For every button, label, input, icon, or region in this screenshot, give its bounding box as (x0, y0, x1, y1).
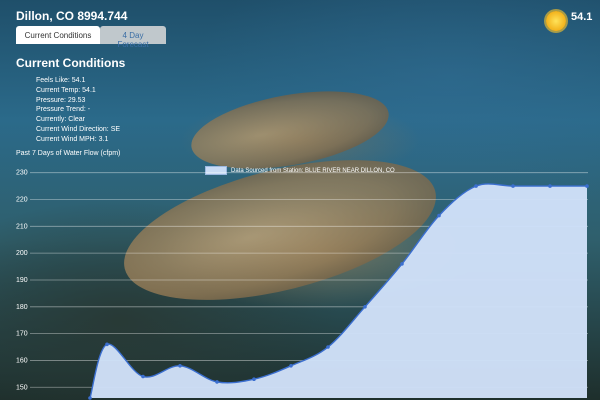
y-tick-label: 230 (16, 170, 28, 177)
data-point[interactable] (511, 184, 515, 188)
data-point[interactable] (474, 184, 478, 188)
data-point[interactable] (437, 213, 441, 218)
data-point[interactable] (88, 396, 92, 400)
y-tick-label: 160 (16, 357, 28, 364)
water-flow-chart: 150 160 170 180 190 200 210 220 230 (16, 170, 589, 400)
data-point[interactable] (400, 262, 404, 266)
data-point[interactable] (215, 380, 219, 384)
data-point[interactable] (178, 364, 182, 368)
y-tick-label: 210 (16, 223, 28, 230)
y-tick-label: 180 (16, 304, 28, 311)
data-point[interactable] (326, 345, 330, 349)
data-point[interactable] (289, 364, 293, 368)
series-area (90, 183, 587, 398)
data-point[interactable] (105, 342, 109, 347)
y-tick-label: 220 (16, 197, 28, 204)
y-tick-label: 190 (16, 277, 28, 284)
y-tick-label: 150 (16, 384, 28, 391)
data-point[interactable] (141, 374, 145, 379)
data-point[interactable] (363, 305, 367, 309)
data-point[interactable] (548, 184, 552, 188)
y-tick-label: 170 (16, 331, 28, 338)
data-point[interactable] (585, 184, 589, 188)
app-window: Dillon, CO 8994.744 54.1 Current Conditi… (0, 0, 600, 400)
y-tick-label: 200 (16, 250, 28, 257)
data-point[interactable] (252, 377, 256, 382)
